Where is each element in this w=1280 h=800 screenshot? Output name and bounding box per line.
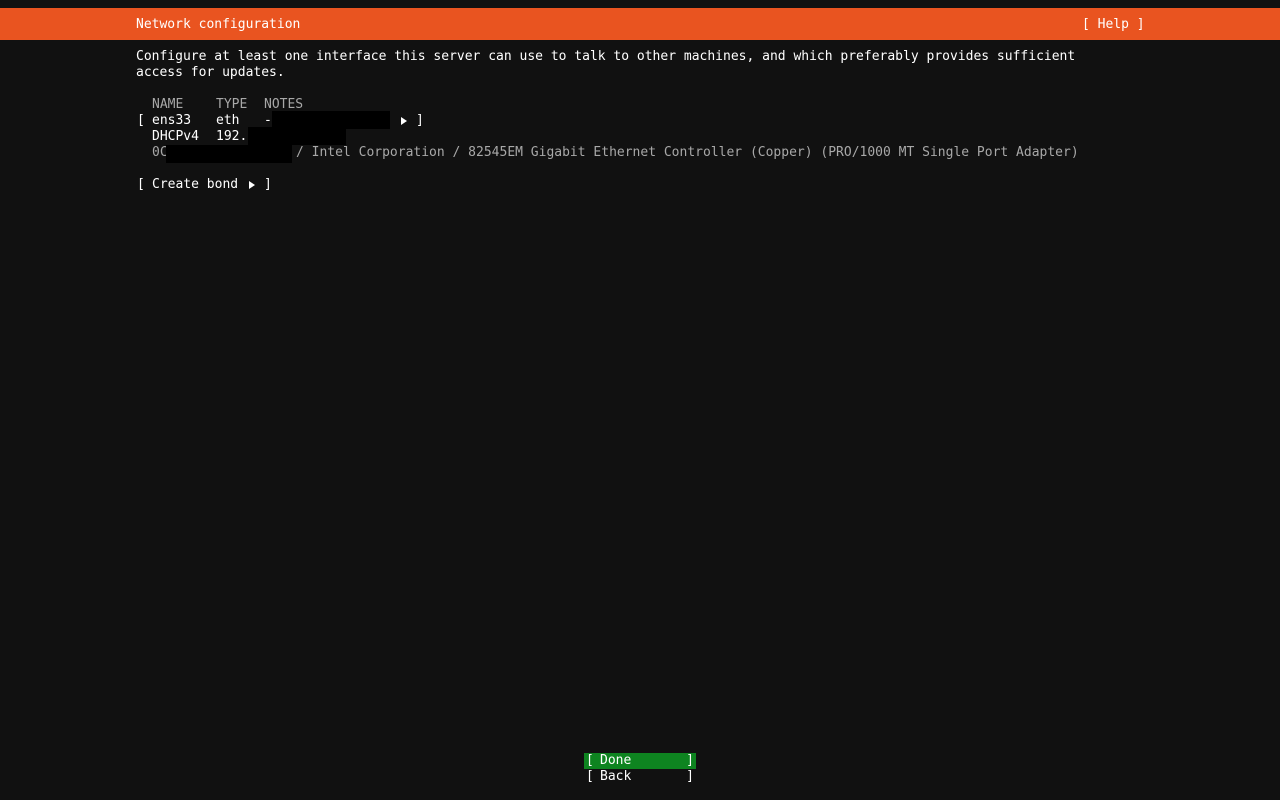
done-label: Done xyxy=(600,753,632,768)
address-value: 192. xyxy=(216,129,248,144)
row-close-bracket: ] xyxy=(416,113,424,128)
intro-line-1: Configure at least one interface this se… xyxy=(136,49,1076,64)
header-bar: Network configuration [ Help ] xyxy=(0,8,1280,40)
redaction-block xyxy=(166,145,292,163)
address-method: DHCPv4 xyxy=(152,129,199,144)
back-open-bracket: [ xyxy=(586,769,594,784)
expand-arrow-icon[interactable] xyxy=(401,117,407,125)
redaction-block xyxy=(248,127,346,145)
done-open-bracket: [ xyxy=(586,753,594,768)
create-bond-open-bracket: [ xyxy=(137,177,145,192)
back-label: Back xyxy=(600,769,632,784)
page-title: Network configuration xyxy=(136,17,301,32)
column-header-type: TYPE xyxy=(216,97,248,112)
column-header-name: NAME xyxy=(152,97,184,112)
interface-name: ens33 xyxy=(152,113,192,128)
back-button[interactable]: [ Back ] xyxy=(584,769,696,785)
help-button[interactable]: [ Help ] xyxy=(1082,17,1145,33)
create-bond-close-bracket: ] xyxy=(264,177,272,192)
create-bond-arrow-icon xyxy=(249,181,255,189)
interface-type: eth xyxy=(216,113,240,128)
intro-line-2: access for updates. xyxy=(136,65,285,80)
intro-text: Configure at least one interface this se… xyxy=(136,49,1136,81)
done-button[interactable]: [ Done ] xyxy=(584,753,696,769)
back-close-bracket: ] xyxy=(686,769,694,784)
row-open-bracket: [ xyxy=(137,113,145,128)
vendor-description: / Intel Corporation / 82545EM Gigabit Et… xyxy=(296,145,1079,160)
create-bond-label: Create bond xyxy=(152,177,239,192)
done-close-bracket: ] xyxy=(686,753,694,768)
